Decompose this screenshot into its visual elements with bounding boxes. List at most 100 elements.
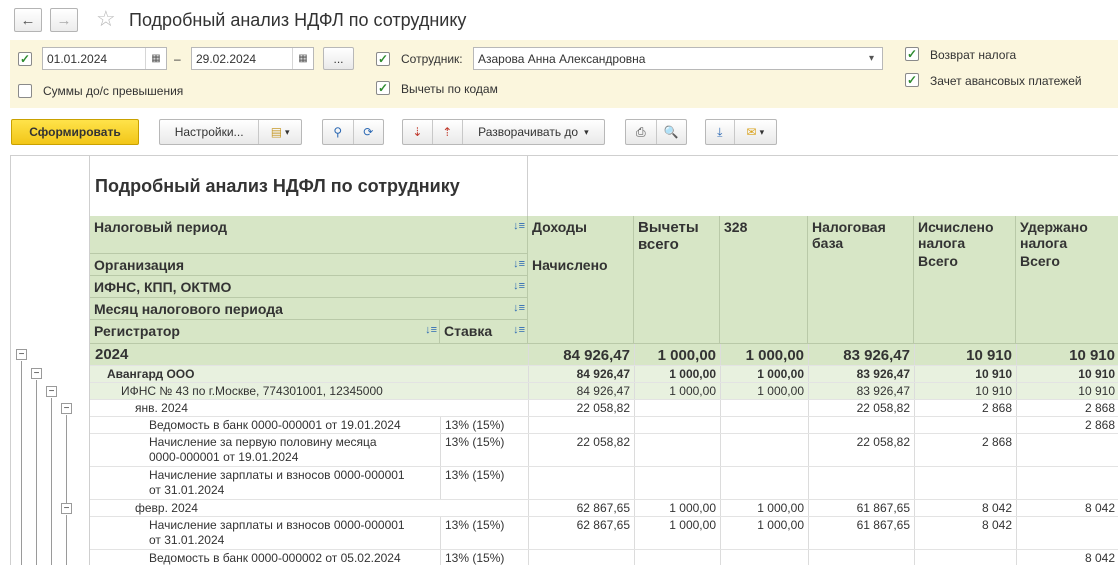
cell-calc [914,467,1016,499]
cell-with: 2 868 [1016,400,1118,416]
deductions-label: Вычеты по кодам [401,82,498,96]
cell-c328: 1 000,00 [720,366,808,382]
date-to-field[interactable]: 29.02.2024 ▦ [191,47,314,70]
row-label-line: Начисление зарплаты и взносов 0000-00000… [149,518,405,532]
calendar-icon[interactable]: ▦ [145,48,166,69]
row-label: ИФНС № 43 по г.Москве, 774301001, 123450… [121,384,383,399]
period-select-button[interactable]: ... [323,47,354,70]
expand-button[interactable]: Разворачивать до ▾ [463,120,604,144]
tree-collapse-icon[interactable]: − [61,503,72,514]
row-label-line: Начисление зарплаты и взносов 0000-00000… [149,468,405,482]
sort-icon[interactable]: ↓≡ [513,220,525,232]
cell-income [528,467,634,499]
back-button[interactable]: ← [14,8,42,32]
dropdown-icon[interactable]: ▾ [861,48,882,69]
row-label: февр. 2024 [135,501,198,516]
cell-income: 22 058,82 [528,400,634,416]
period-checkbox[interactable]: ✓ [18,52,32,66]
calendar-icon[interactable]: ▦ [292,48,313,69]
table-row[interactable]: Начисление зарплаты и взносов 0000-00000… [90,517,1118,550]
sort-icon[interactable]: ↓≡ [513,280,525,292]
cell-c328: 1 000,00 [720,500,808,516]
employee-field[interactable]: Азарова Анна Александровна ▾ [473,47,883,70]
star-icon[interactable]: ☆ [96,6,116,32]
advance-label: Зачет авансовых платежей [930,74,1082,88]
tree-collapse-icon[interactable]: − [61,403,72,414]
sort-asc-button[interactable]: ⇡ [433,120,463,144]
table-row[interactable]: Начисление за первую половину месяца 0000… [90,434,1118,467]
header-month[interactable]: Месяц налогового периода ↓≡ [90,298,528,320]
row-rate: 13% (15%) [440,517,528,549]
header-withheld[interactable]: Удержано налога Всего [1016,216,1118,344]
header-org[interactable]: Организация ↓≡ [90,254,528,276]
header-base[interactable]: Налоговая база [808,216,914,344]
table-row[interactable]: февр. 2024 62 867,65 1 000,00 1 000,00 61 86… [90,500,1118,517]
search-icon: ⚲ [333,125,343,139]
row-label-line: от 31.01.2024 [149,533,225,547]
page-title: Подробный анализ НДФЛ по сотруднику [129,10,467,30]
row-label-line: Ведомость в банк 0000-000001 от 19.01.20… [149,418,401,432]
back-arrow-icon: ← [20,11,36,29]
forward-button[interactable]: → [50,8,78,32]
table-row[interactable]: Ведомость в банк 0000-000001 от 19.01.20… [90,417,1118,434]
table-row[interactable]: ИФНС № 43 по г.Москве, 774301001, 123450… [90,383,1118,400]
settings-button[interactable]: Настройки... [160,120,260,144]
table-row[interactable]: Ведомость в банк 0000-000002 от 05.02.20… [90,550,1118,565]
employee-checkbox[interactable]: ✓ [376,52,390,66]
table-row[interactable]: Авангард ООО 84 926,47 1 000,00 1 000,00 83 … [90,366,1118,383]
cell-ded [634,400,720,416]
header-calc[interactable]: Исчислено налога Всего [914,216,1016,344]
refund-checkbox[interactable]: ✓ [905,47,919,61]
variant-button[interactable]: ▤ ▾ [259,120,301,144]
mail-button[interactable]: ✉ ▾ [735,120,776,144]
row-label-line: янв. 2024 [135,401,188,415]
header-deductions[interactable]: Вычеты всего [634,216,720,344]
table-row[interactable]: 2024 84 926,47 1 000,00 1 000,00 83 926,47 10… [90,344,1118,366]
amounts-checkbox[interactable] [18,84,32,98]
dropdown-icon: ▾ [759,126,765,137]
header-period[interactable]: Налоговый период ↓≡ [90,216,528,254]
sort-icon[interactable]: ↓≡ [513,324,525,336]
cell-with: 10 910 [1016,366,1118,382]
sort-icon[interactable]: ↓≡ [425,324,437,336]
header-registrar[interactable]: Регистратор ↓≡ [90,320,440,344]
row-label: 2024 [95,347,128,362]
header-rate[interactable]: Ставка ↓≡ [440,320,528,344]
report-spreadsheet[interactable]: Подробный анализ НДФЛ по сотруднику Нало… [10,155,1118,565]
search-button[interactable]: ⚲ [323,120,354,144]
header-income[interactable]: Доходы Начислено [528,216,634,344]
cell-income [528,417,634,433]
table-row[interactable]: янв. 2024 22 058,82 22 058,82 2 868 2 868 [90,400,1118,417]
date-from-field[interactable]: 01.01.2024 ▦ [42,47,167,70]
forward-arrow-icon: → [56,11,72,29]
search-next-button[interactable]: ⟳ [354,120,384,144]
cell-c328 [720,467,808,499]
sort-icon[interactable]: ↓≡ [513,258,525,270]
sort-button-group: ⇣ ⇡ Разворачивать до ▾ [402,119,605,145]
row-rate: 13% (15%) [440,550,528,565]
preview-button[interactable]: 🔍 [657,120,687,144]
cell-base: 22 058,82 [808,400,914,416]
report-title: Подробный анализ НДФЛ по сотруднику [95,176,460,196]
advance-checkbox[interactable]: ✓ [905,73,919,87]
download-button[interactable]: ⤓ [706,120,735,144]
cell-c328 [720,434,808,466]
tree-collapse-icon[interactable]: − [46,386,57,397]
tree-collapse-icon[interactable]: − [31,368,42,379]
print-button[interactable]: ⎙ [626,120,657,144]
sort-desc-button[interactable]: ⇣ [403,120,433,144]
sort-icon[interactable]: ↓≡ [513,302,525,314]
header-ifns[interactable]: ИФНС, КПП, ОКТМО ↓≡ [90,276,528,298]
row-rate: 13% (15%) [440,467,528,499]
generate-button[interactable]: Сформировать [11,119,139,145]
cell-with: 8 042 [1016,500,1118,516]
row-label: Начисление зарплаты и взносов 0000-00000… [149,468,405,498]
table-row[interactable]: Начисление зарплаты и взносов 0000-00000… [90,467,1118,500]
cell-calc: 10 910 [914,383,1016,399]
header-328[interactable]: 328 [720,216,808,344]
cell-with [1016,434,1118,466]
row-label: Начисление за первую половину месяца 0000… [149,435,377,465]
deductions-checkbox[interactable]: ✓ [376,81,390,95]
search-next-icon: ⟳ [363,125,374,139]
tree-collapse-icon[interactable]: − [16,349,27,360]
